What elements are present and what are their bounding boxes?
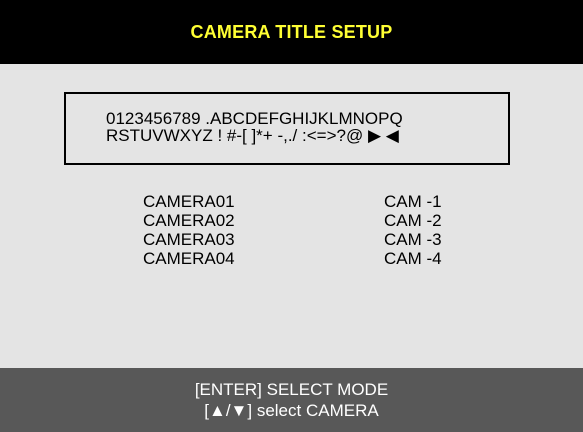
camera-row-1[interactable]: CAMERA01 CAM -1 [143,192,442,211]
charset-line-2[interactable]: RSTUVWXYZ ! #-[ ]*+ -,./ :<=>?@ ▶ ◀ [106,127,508,144]
page-title: CAMERA TITLE SETUP [190,21,393,42]
camera-name: CAMERA02 [143,211,235,230]
camera-title-field[interactable]: CAM -3 [384,230,442,249]
header-bar: CAMERA TITLE SETUP [0,0,583,64]
help-select-camera: [▲/▼] select CAMERA [204,401,379,420]
charset-line-1[interactable]: 0123456789 .ABCDEFGHIJKLMNOPQ [106,110,508,127]
help-enter-select-mode: [ENTER] SELECT MODE [194,380,389,399]
camera-name: CAMERA01 [143,192,235,211]
camera-title-field[interactable]: CAM -4 [384,249,442,268]
character-set-panel[interactable]: 0123456789 .ABCDEFGHIJKLMNOPQ RSTUVWXYZ … [64,92,510,165]
camera-title-field[interactable]: CAM -1 [384,192,442,211]
camera-row-2[interactable]: CAMERA02 CAM -2 [143,211,442,230]
camera-list: CAMERA01 CAM -1 CAMERA02 CAM -2 CAMERA03… [143,192,442,268]
camera-row-4[interactable]: CAMERA04 CAM -4 [143,249,442,268]
camera-row-3[interactable]: CAMERA03 CAM -3 [143,230,442,249]
camera-title-field[interactable]: CAM -2 [384,211,442,230]
camera-title-setup-screen: CAMERA TITLE SETUP 0123456789 .ABCDEFGHI… [0,0,583,432]
help-footer: [ENTER] SELECT MODE [▲/▼] select CAMERA [0,368,583,432]
camera-name: CAMERA04 [143,249,235,268]
camera-name: CAMERA03 [143,230,235,249]
